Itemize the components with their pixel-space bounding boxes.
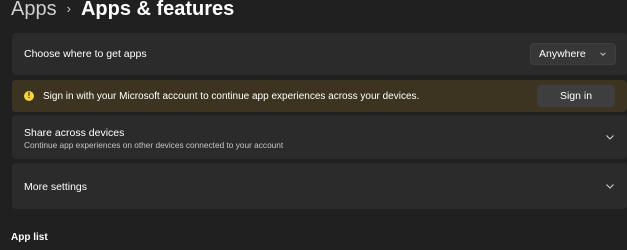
breadcrumb: Apps › Apps & features xyxy=(11,0,234,24)
apps-features-page: Apps › Apps & features Choose where to g… xyxy=(0,0,627,250)
more-settings-setting[interactable]: More settings xyxy=(12,163,627,209)
signin-banner: ! Sign in with your Microsoft account to… xyxy=(12,80,627,112)
breadcrumb-separator: › xyxy=(66,1,71,16)
apps-source-selected-value: Anywhere xyxy=(539,48,586,60)
breadcrumb-apps-link[interactable]: Apps xyxy=(11,0,57,24)
chevron-down-icon xyxy=(600,52,606,56)
signin-message: Sign in with your Microsoft account to c… xyxy=(43,91,420,102)
chevron-down-icon[interactable] xyxy=(605,132,615,142)
share-title: Share across devices xyxy=(24,127,125,139)
apps-source-setting: Choose where to get apps Anywhere xyxy=(12,33,627,75)
warning-info-icon: ! xyxy=(24,91,34,101)
page-title: Apps & features xyxy=(80,0,235,20)
app-list-heading: App list xyxy=(11,232,48,243)
share-across-devices-setting[interactable]: Share across devices Continue app experi… xyxy=(12,115,627,159)
share-subtitle: Continue app experiences on other device… xyxy=(24,140,284,150)
sign-in-button[interactable]: Sign in xyxy=(537,85,615,107)
apps-source-dropdown[interactable]: Anywhere xyxy=(530,43,616,65)
apps-source-label: Choose where to get apps xyxy=(24,48,147,60)
more-settings-title: More settings xyxy=(24,181,88,193)
chevron-down-icon[interactable] xyxy=(605,181,615,191)
